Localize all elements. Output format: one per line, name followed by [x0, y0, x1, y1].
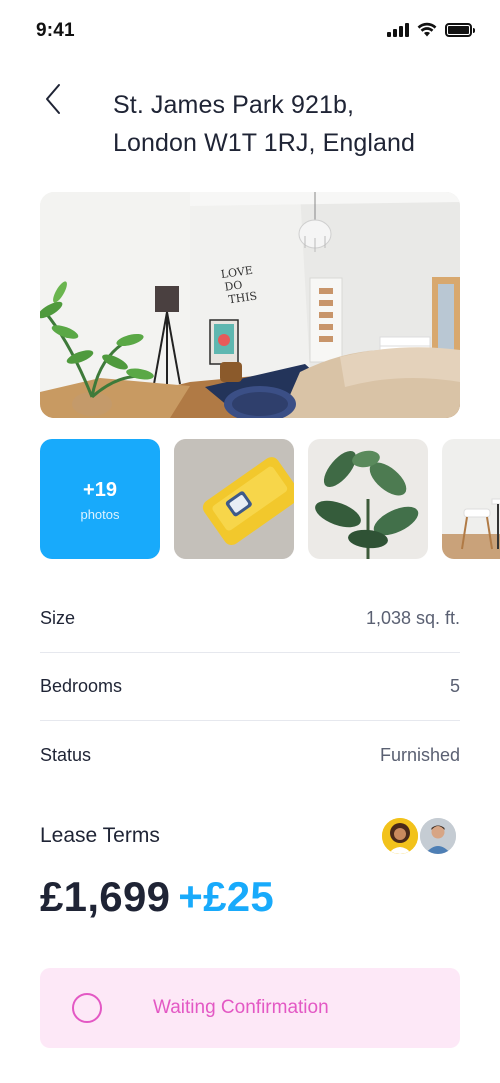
- price: £1,699 +£25: [40, 873, 274, 921]
- detail-value: Furnished: [379, 744, 460, 765]
- detail-label: Bedrooms: [40, 676, 123, 696]
- status-text: Waiting Confirmation: [153, 997, 329, 1018]
- detail-value: 5: [449, 676, 460, 696]
- back-button[interactable]: [36, 82, 70, 116]
- wifi-icon: [417, 22, 437, 37]
- detail-value: 1,038 sq. ft.: [365, 608, 460, 628]
- price-extra: +£25: [178, 873, 275, 920]
- thumbnail-sofa[interactable]: [174, 439, 294, 559]
- address-line-1: St. James Park 921b,: [113, 91, 355, 119]
- signal-icon: [387, 22, 409, 37]
- plant-photo: [308, 439, 428, 559]
- battery-icon: [445, 22, 475, 37]
- chevron-left-icon: [46, 84, 60, 114]
- status-icons: [387, 22, 475, 37]
- address-line-2: London W1T 1RJ, England: [113, 129, 416, 157]
- thumbnail-plant[interactable]: [308, 439, 428, 559]
- property-address: St. James Park 921b, London W1T 1RJ, Eng…: [113, 86, 473, 162]
- detail-row-size: Size 1,038 sq. ft.: [40, 586, 460, 653]
- tenant-avatars[interactable]: [380, 816, 462, 856]
- man-avatar-icon: [420, 818, 456, 854]
- status-card[interactable]: Waiting Confirmation: [40, 968, 460, 1048]
- photo-thumbnails: +19 photos: [40, 439, 500, 559]
- bedroom-illustration: LOVE DO THIS: [40, 192, 460, 418]
- thumbnail-chair[interactable]: [442, 439, 500, 559]
- price-amount: £1,699: [40, 873, 171, 920]
- detail-label: Status: [40, 744, 92, 765]
- status-bar: 9:41: [0, 0, 500, 62]
- yellow-sofa-photo: [174, 439, 294, 559]
- detail-row-status: Status Furnished: [40, 721, 460, 789]
- pending-circle-icon: [72, 993, 102, 1023]
- status-time: 9:41: [36, 20, 75, 41]
- more-photos-label: photos: [80, 506, 120, 522]
- detail-row-bedrooms: Bedrooms 5: [40, 653, 460, 721]
- more-photos-button[interactable]: +19 photos: [40, 439, 160, 559]
- property-details: Size 1,038 sq. ft. Bedrooms 5 Status Fur…: [40, 586, 460, 789]
- avatar[interactable]: [380, 816, 420, 856]
- chair-photo: [442, 439, 500, 559]
- lease-terms-label: Lease Terms: [40, 824, 160, 847]
- detail-label: Size: [40, 608, 76, 628]
- woman-avatar-icon: [382, 818, 418, 854]
- avatar[interactable]: [418, 816, 458, 856]
- hero-photo[interactable]: LOVE DO THIS: [40, 192, 460, 418]
- more-photos-count: +19: [83, 478, 117, 501]
